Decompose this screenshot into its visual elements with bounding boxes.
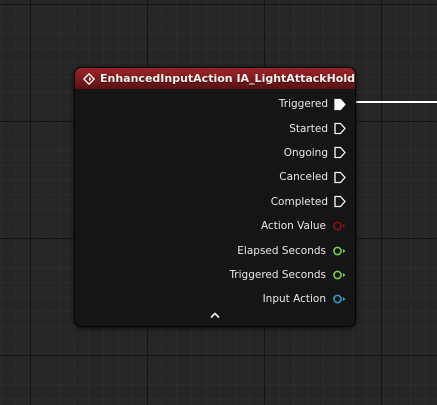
data-pin-icon[interactable] (332, 294, 346, 304)
pin-ongoing[interactable]: Ongoing (75, 141, 355, 165)
pin-action-value[interactable]: Action Value (75, 214, 355, 238)
data-pin-icon[interactable] (332, 270, 346, 280)
pin-label: Canceled (279, 171, 328, 184)
exec-pin-icon[interactable] (334, 98, 346, 111)
pin-label: Started (289, 122, 328, 135)
pin-label: Triggered (278, 98, 328, 111)
pin-label: Ongoing (283, 146, 328, 159)
pin-started[interactable]: Started (75, 116, 355, 140)
exec-pin-icon[interactable] (334, 195, 346, 208)
data-pin-icon[interactable] (332, 221, 346, 231)
chevron-up-icon[interactable] (209, 310, 221, 320)
pin-triggered[interactable]: Triggered (75, 92, 355, 116)
pin-input-action[interactable]: Input Action (75, 287, 355, 311)
exec-pin-icon[interactable] (334, 171, 346, 184)
blueprint-graph-canvas[interactable]: EnhancedInputAction IA_LightAttackHold T… (0, 0, 437, 405)
pin-triggered-seconds[interactable]: Triggered Seconds (75, 263, 355, 287)
node-title: EnhancedInputAction IA_LightAttackHold (100, 72, 355, 85)
exec-pin-icon[interactable] (334, 146, 346, 159)
pin-label: Triggered Seconds (229, 268, 326, 281)
pin-label: Input Action (262, 293, 326, 306)
pin-canceled[interactable]: Canceled (75, 165, 355, 189)
pin-completed[interactable]: Completed (75, 190, 355, 214)
pin-label: Action Value (260, 220, 326, 233)
pin-label: Completed (270, 195, 328, 208)
exec-wire[interactable] (344, 99, 437, 105)
pin-elapsed-seconds[interactable]: Elapsed Seconds (75, 238, 355, 262)
data-pin-icon[interactable] (332, 246, 346, 256)
node-header[interactable]: EnhancedInputAction IA_LightAttackHold (75, 68, 355, 89)
event-diamond-icon (83, 72, 95, 85)
pin-label: Elapsed Seconds (237, 244, 326, 257)
exec-pin-icon[interactable] (334, 122, 346, 135)
output-pins: Triggered Started Ongoing Canceled Compl… (75, 92, 355, 312)
enhanced-input-action-node[interactable]: EnhancedInputAction IA_LightAttackHold T… (74, 67, 356, 327)
